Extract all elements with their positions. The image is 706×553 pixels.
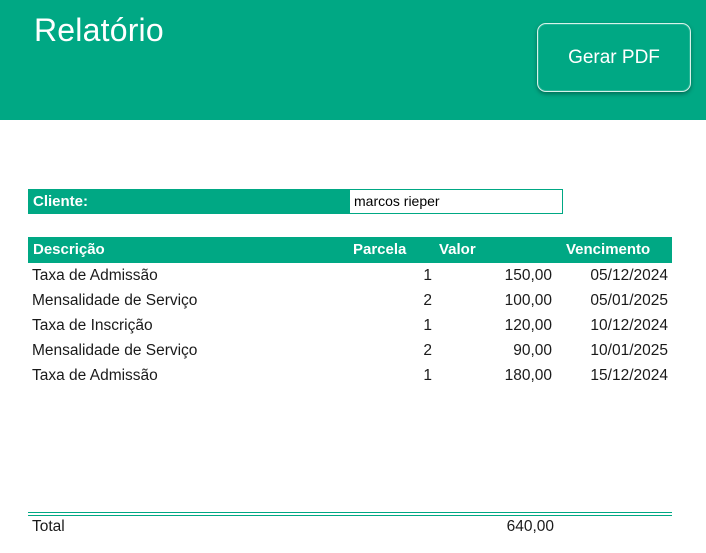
cell-valor: 180,00: [504, 367, 552, 384]
column-header-parcela: Parcela: [353, 241, 407, 258]
cell-parcela: 1: [423, 367, 432, 384]
table-row: Mensalidade de Serviço 2 100,00 05/01/20…: [28, 288, 672, 313]
column-header-valor: Valor: [439, 241, 476, 258]
table-row: Taxa de Admissão 1 180,00 15/12/2024: [28, 363, 672, 388]
client-label: Cliente:: [28, 189, 349, 214]
table-header: Descrição Parcela Valor Vencimento: [28, 237, 672, 263]
cell-descricao: Mensalidade de Serviço: [32, 292, 198, 309]
cell-valor: 150,00: [504, 267, 552, 284]
cell-parcela: 1: [423, 317, 432, 334]
table-row: Taxa de Admissão 1 150,00 05/12/2024: [28, 263, 672, 288]
cell-parcela: 2: [423, 292, 432, 309]
cell-vencimento: 10/01/2025: [590, 342, 668, 359]
total-divider-top: [28, 512, 672, 513]
column-header-descricao: Descrição: [33, 241, 105, 258]
cell-descricao: Mensalidade de Serviço: [32, 342, 198, 359]
generate-pdf-button[interactable]: Gerar PDF: [537, 23, 691, 92]
cell-valor: 90,00: [513, 342, 552, 359]
report-page: Relatório Gerar PDF Cliente: marcos riep…: [0, 0, 706, 553]
cell-vencimento: 10/12/2024: [590, 317, 668, 334]
client-name-field[interactable]: marcos rieper: [349, 189, 563, 214]
page-title: Relatório: [34, 12, 164, 48]
cell-parcela: 1: [423, 267, 432, 284]
total-label: Total: [32, 518, 65, 535]
cell-vencimento: 05/01/2025: [590, 292, 668, 309]
cell-descricao: Taxa de Admissão: [32, 267, 158, 284]
cell-valor: 120,00: [504, 317, 552, 334]
table-row: Mensalidade de Serviço 2 90,00 10/01/202…: [28, 338, 672, 363]
cell-descricao: Taxa de Inscrição: [32, 317, 153, 334]
header-band: Relatório Gerar PDF: [0, 0, 706, 120]
column-header-vencimento: Vencimento: [566, 241, 651, 258]
total-value: 640,00: [506, 518, 554, 535]
cell-valor: 100,00: [504, 292, 552, 309]
table-body: Taxa de Admissão 1 150,00 05/12/2024 Men…: [28, 263, 672, 388]
table-row: Taxa de Inscrição 1 120,00 10/12/2024: [28, 313, 672, 338]
cell-vencimento: 15/12/2024: [590, 367, 668, 384]
total-divider-bottom: [28, 515, 672, 516]
cell-parcela: 2: [423, 342, 432, 359]
cell-vencimento: 05/12/2024: [590, 267, 668, 284]
cell-descricao: Taxa de Admissão: [32, 367, 158, 384]
